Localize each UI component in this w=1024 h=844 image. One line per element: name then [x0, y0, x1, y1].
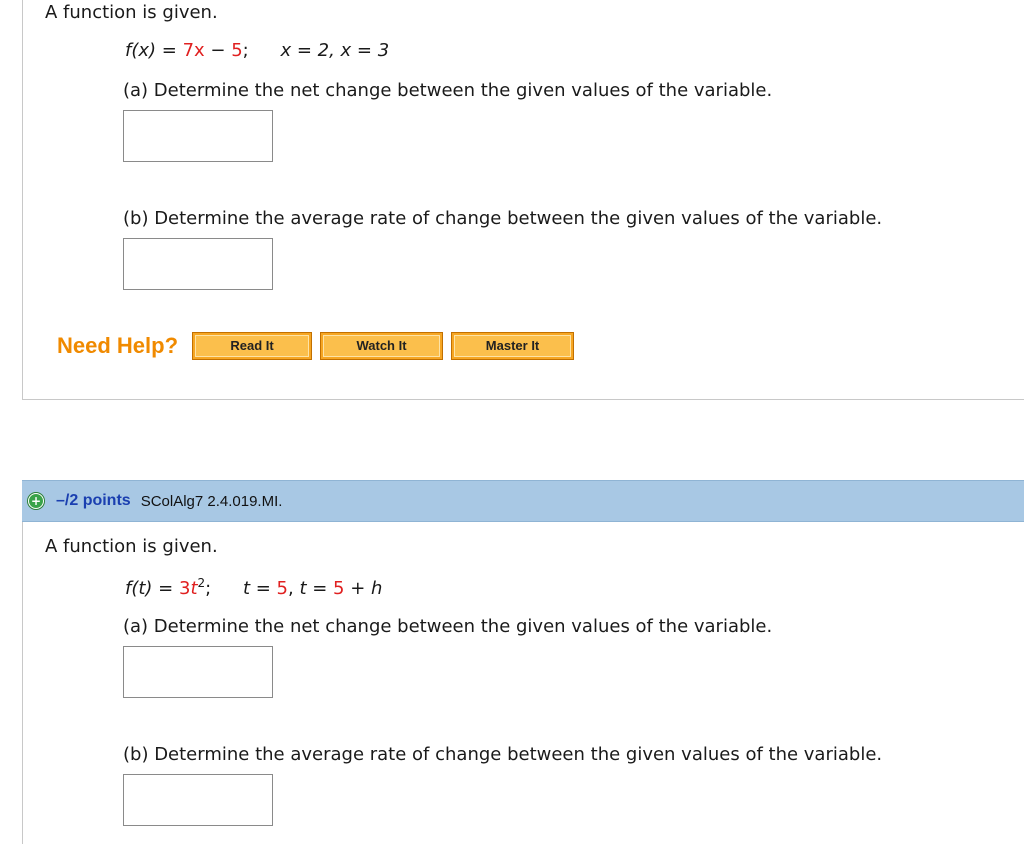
need-help-label: Need Help? — [57, 333, 179, 358]
need-help-bar: Need Help? Read It Watch It Master It — [57, 330, 582, 362]
question-intro: A function is given. — [45, 536, 218, 557]
question-2-panel: A function is given. f(t) = 3t2; t = 5, … — [22, 522, 1024, 844]
read-it-button[interactable]: Read It — [192, 332, 313, 360]
part-b-prompt: (b) Determine the average rate of change… — [123, 744, 883, 765]
variable-conditions: x = 2, x = 3 — [280, 40, 390, 61]
part-a-prompt: (a) Determine the net change between the… — [123, 80, 773, 101]
part-b-answer-input[interactable] — [123, 774, 273, 826]
master-it-button[interactable]: Master It — [451, 332, 575, 360]
question-1-panel: A function is given. f(x) = 7x − 5; x = … — [22, 0, 1024, 400]
part-a-prompt: (a) Determine the net change between the… — [123, 616, 773, 637]
function-formula: f(t) = 3t2; t = 5, t = 5 + h — [125, 576, 383, 599]
points-label: –/2 points — [56, 492, 131, 509]
part-a-answer-input[interactable] — [123, 646, 273, 698]
question-2-header: + –/2 points SColAlg7 2.4.019.MI. — [22, 480, 1024, 522]
function-formula: f(x) = 7x − 5; x = 2, x = 3 — [125, 40, 390, 61]
part-a-answer-input[interactable] — [123, 110, 273, 162]
question-intro: A function is given. — [45, 2, 218, 23]
question-id: SColAlg7 2.4.019.MI. — [140, 492, 283, 510]
expand-plus-icon[interactable]: + — [28, 493, 44, 509]
variable-conditions: t = 5, t = 5 + h — [242, 578, 383, 599]
watch-it-button[interactable]: Watch It — [320, 332, 444, 360]
part-b-prompt: (b) Determine the average rate of change… — [123, 208, 883, 229]
part-b-answer-input[interactable] — [123, 238, 273, 290]
